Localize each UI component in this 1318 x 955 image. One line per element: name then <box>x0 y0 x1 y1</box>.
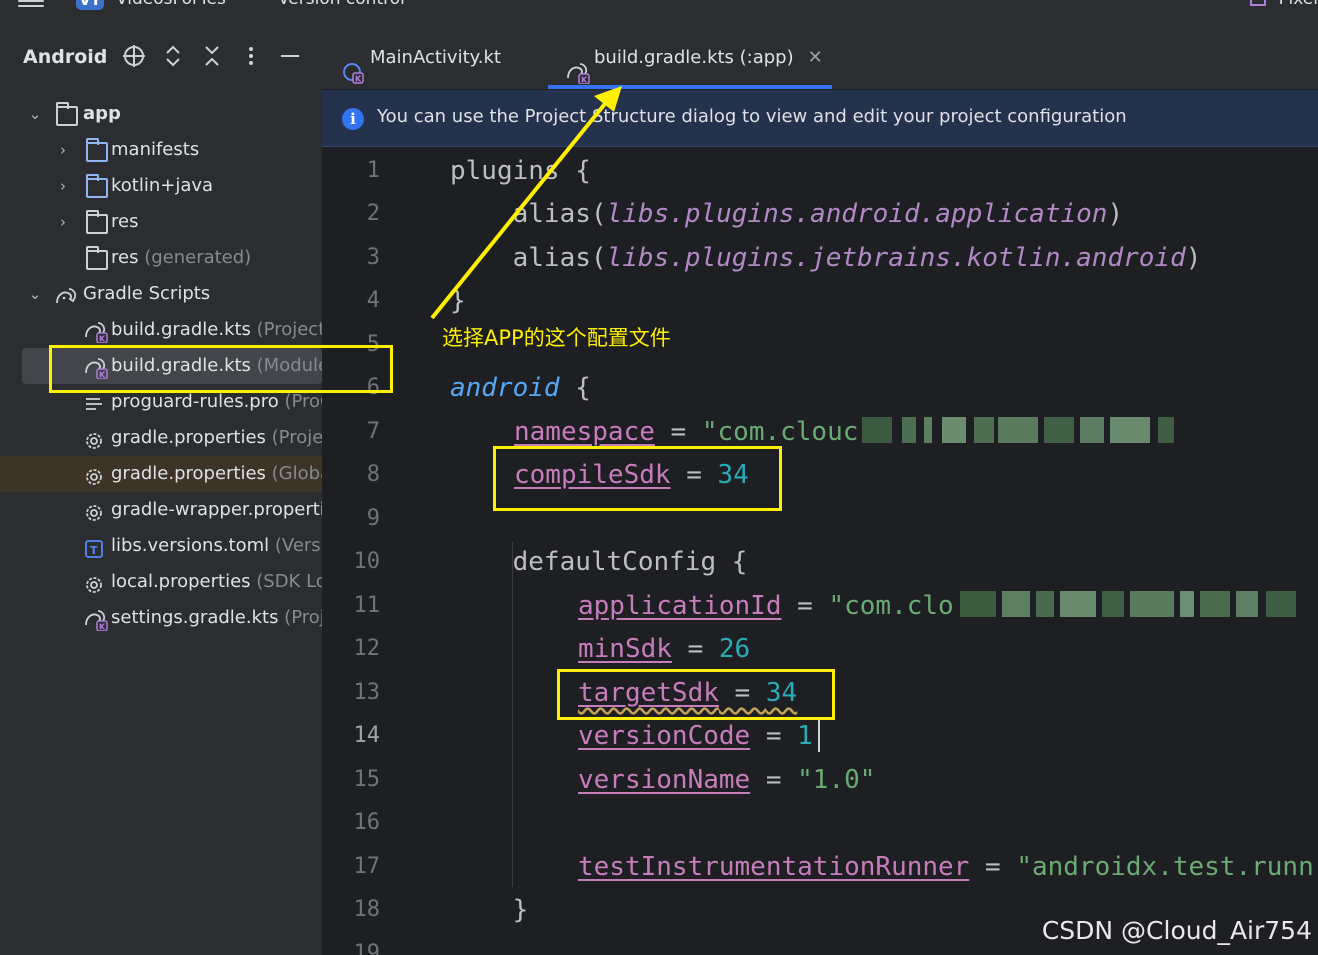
annotation-arrow <box>430 86 622 320</box>
watermark: CSDN @Cloud_Air754 <box>1041 916 1312 945</box>
annotation-text: 选择APP的这个配置文件 <box>442 326 671 350</box>
